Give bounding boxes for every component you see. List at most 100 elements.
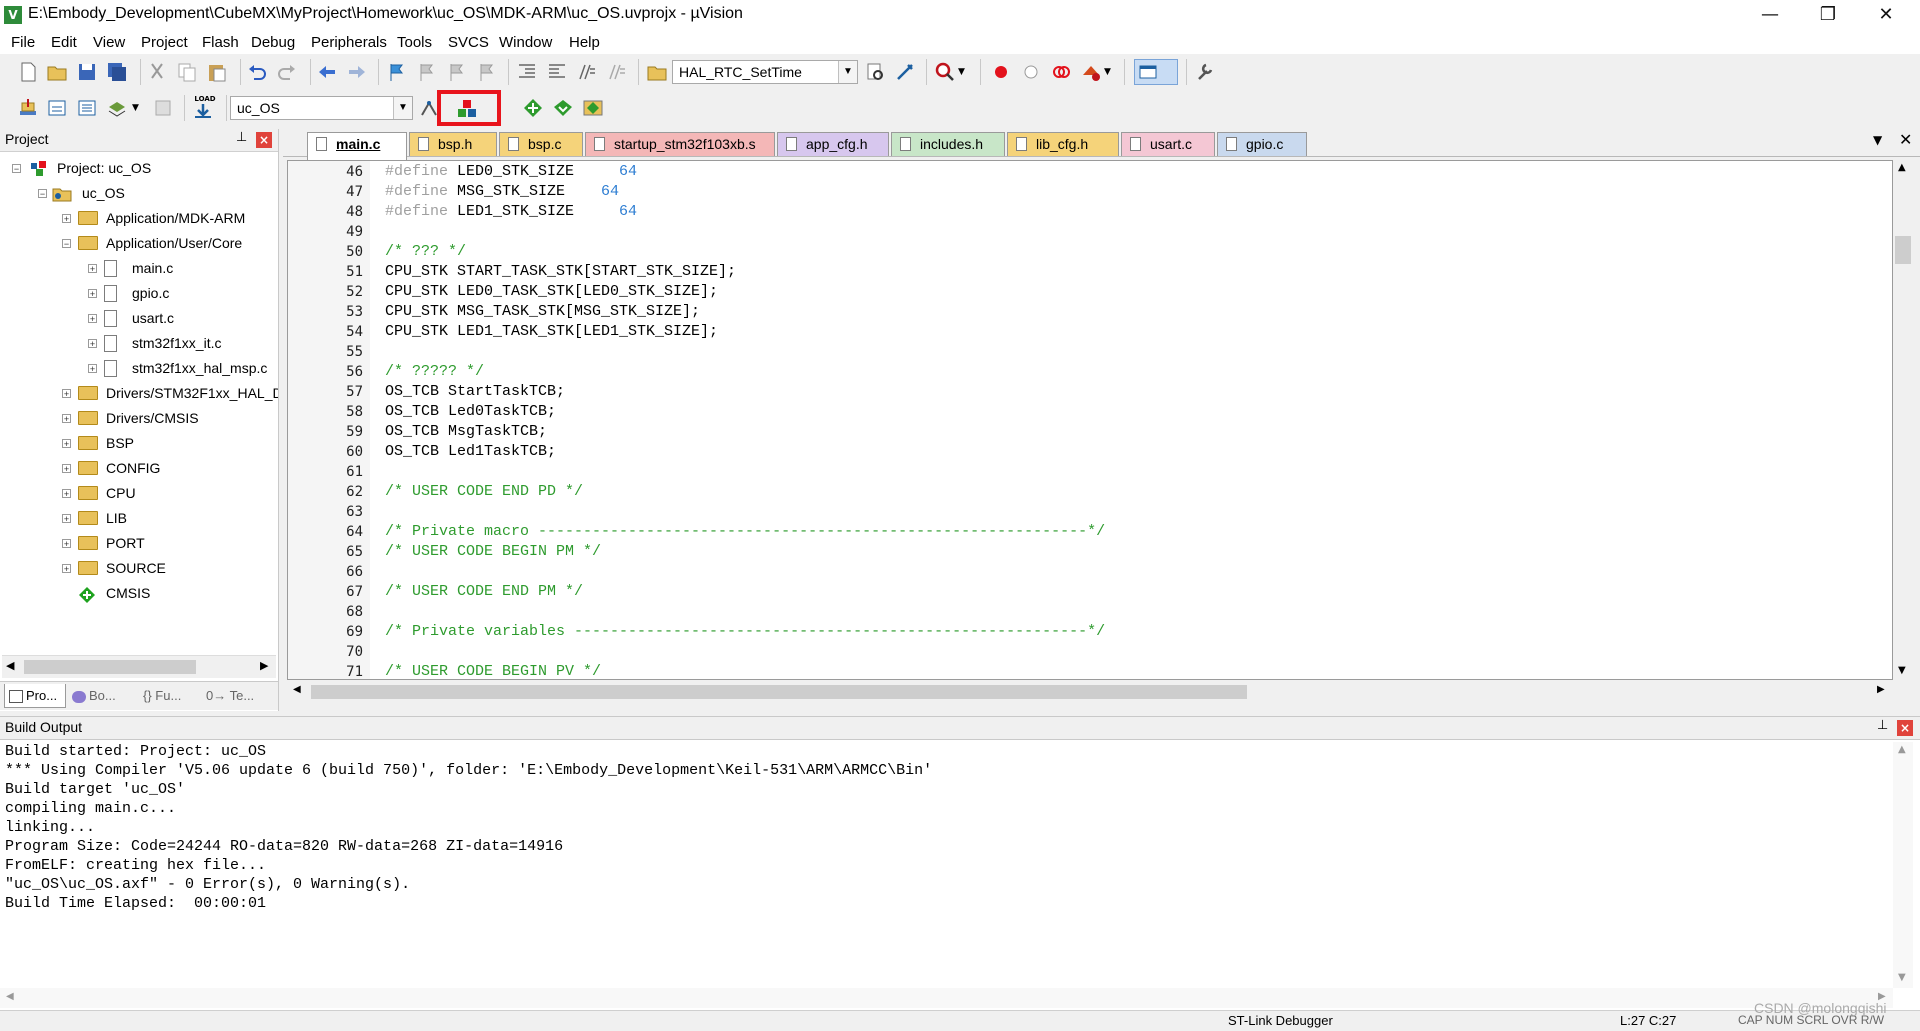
editor-hscrollbar[interactable]: ◀ ▶: [287, 681, 1893, 703]
chevron-down-icon[interactable]: ▼: [958, 61, 968, 83]
scroll-down-icon[interactable]: ▼: [1898, 665, 1906, 676]
code-line[interactable]: /* USER CODE END PM */: [385, 582, 583, 602]
pack-installer-icon[interactable]: [552, 97, 574, 119]
code-line[interactable]: #define LED1_STK_SIZE 64: [385, 202, 637, 222]
editor-tab[interactable]: lib_cfg.h: [1007, 132, 1119, 156]
indent-icon[interactable]: [516, 61, 538, 83]
scroll-left-icon[interactable]: ◀: [293, 684, 301, 695]
bookmark-icon[interactable]: [386, 61, 408, 83]
expand-icon[interactable]: +: [62, 389, 71, 399]
nav-back-icon[interactable]: [316, 61, 338, 83]
prev-bookmark-icon[interactable]: [416, 61, 438, 83]
code-line[interactable]: #define LED0_STK_SIZE 64: [385, 162, 637, 182]
source-browser-icon[interactable]: [894, 61, 916, 83]
tab-books[interactable]: Bo...: [72, 684, 116, 708]
code-line[interactable]: CPU_STK LED0_TASK_STK[LED0_STK_SIZE];: [385, 282, 718, 302]
expand-icon[interactable]: +: [62, 439, 71, 449]
expand-icon[interactable]: +: [88, 314, 97, 324]
code-line[interactable]: /* Private macro -----------------------…: [385, 522, 1105, 542]
function-combo[interactable]: HAL_RTC_SetTime ▼: [672, 60, 858, 84]
close-tab-icon[interactable]: ✕: [1899, 130, 1912, 149]
select-software-packs-icon[interactable]: [522, 97, 544, 119]
tab-project[interactable]: Pro...: [4, 684, 66, 708]
menu-window[interactable]: Window: [499, 34, 552, 51]
editor-vscrollbar[interactable]: ▲ ▼: [1893, 160, 1913, 680]
output-hscrollbar[interactable]: ◀ ▶: [0, 988, 1893, 1008]
project-hscrollbar[interactable]: ◀ ▶: [2, 655, 276, 678]
tab-templates[interactable]: 0→ Te...: [206, 684, 254, 708]
scroll-up-icon[interactable]: ▲: [1898, 162, 1906, 173]
expand-icon[interactable]: +: [62, 514, 71, 524]
tab-functions[interactable]: {} Fu...: [143, 684, 181, 708]
menu-svcs[interactable]: SVCS: [448, 34, 489, 51]
window-layout-icon[interactable]: [1134, 59, 1178, 85]
expand-icon[interactable]: +: [88, 339, 97, 349]
kill-breakpoints-icon[interactable]: [1050, 61, 1072, 83]
scroll-left-icon[interactable]: ◀: [6, 659, 14, 672]
editor-tab[interactable]: gpio.c: [1217, 132, 1307, 156]
editor-tab[interactable]: main.c: [307, 132, 407, 160]
collapse-icon[interactable]: −: [62, 239, 71, 249]
code-line[interactable]: OS_TCB StartTaskTCB;: [385, 382, 565, 402]
expand-icon[interactable]: +: [62, 464, 71, 474]
incremental-find-icon[interactable]: [864, 61, 886, 83]
unindent-icon[interactable]: [546, 61, 568, 83]
clear-bookmarks-icon[interactable]: [476, 61, 498, 83]
code-line[interactable]: CPU_STK MSG_TASK_STK[MSG_STK_SIZE];: [385, 302, 700, 322]
reset-view-icon[interactable]: [1080, 61, 1102, 83]
uncomment-icon[interactable]: [606, 61, 628, 83]
pin-icon[interactable]: ⊥: [1877, 718, 1888, 733]
chevron-down-icon[interactable]: ▼: [838, 61, 857, 83]
expand-icon[interactable]: +: [62, 564, 71, 574]
output-vscrollbar[interactable]: ▲ ▼: [1893, 742, 1913, 988]
code-line[interactable]: CPU_STK START_TASK_STK[START_STK_SIZE];: [385, 262, 736, 282]
scroll-down-icon[interactable]: ▼: [1898, 972, 1906, 983]
code-line[interactable]: /* USER CODE BEGIN PM */: [385, 542, 601, 562]
code-line[interactable]: OS_TCB MsgTaskTCB;: [385, 422, 547, 442]
scroll-thumb[interactable]: [24, 660, 196, 674]
code-line[interactable]: /* ??? */: [385, 242, 466, 262]
expand-icon[interactable]: +: [88, 289, 97, 299]
menu-help[interactable]: Help: [569, 34, 600, 51]
tab-list-icon[interactable]: ▼: [1873, 133, 1882, 147]
expand-icon[interactable]: +: [62, 539, 71, 549]
code-line[interactable]: #define MSG_STK_SIZE 64: [385, 182, 619, 202]
close-button[interactable]: ✕: [1857, 0, 1915, 30]
comment-icon[interactable]: [576, 61, 598, 83]
code-line[interactable]: /* USER CODE BEGIN PV */: [385, 662, 601, 682]
code-line[interactable]: /* ????? */: [385, 362, 484, 382]
scroll-thumb[interactable]: [1895, 236, 1911, 264]
scroll-thumb[interactable]: [311, 685, 1247, 699]
editor-tab[interactable]: bsp.c: [499, 132, 583, 156]
next-bookmark-icon[interactable]: [446, 61, 468, 83]
scroll-left-icon[interactable]: ◀: [6, 991, 14, 1002]
debug-session-icon[interactable]: [934, 61, 956, 83]
editor-tab[interactable]: app_cfg.h: [777, 132, 889, 156]
editor-tab[interactable]: includes.h: [891, 132, 1005, 156]
editor-tab[interactable]: startup_stm32f103xb.s: [585, 132, 775, 156]
code-line[interactable]: /* USER CODE END PD */: [385, 482, 583, 502]
manage-run-time-environment-icon[interactable]: [582, 97, 604, 119]
redo-icon[interactable]: [276, 61, 298, 83]
find-in-files-icon[interactable]: [646, 61, 668, 83]
expand-icon[interactable]: +: [62, 489, 71, 499]
chevron-down-icon[interactable]: ▼: [1104, 61, 1114, 83]
expand-icon[interactable]: +: [88, 264, 97, 274]
restore-button[interactable]: ❐: [1799, 0, 1857, 30]
breakpoint-icon[interactable]: [990, 61, 1012, 83]
editor-tab[interactable]: usart.c: [1121, 132, 1215, 156]
scroll-right-icon[interactable]: ▶: [1877, 684, 1885, 695]
chevron-down-icon[interactable]: ▼: [393, 97, 412, 119]
code-line[interactable]: CPU_STK LED1_TASK_STK[LED1_STK_SIZE];: [385, 322, 718, 342]
expand-icon[interactable]: +: [62, 414, 71, 424]
expand-icon[interactable]: +: [62, 214, 71, 224]
minimize-button[interactable]: —: [1741, 0, 1799, 30]
expand-icon[interactable]: +: [88, 364, 97, 374]
scroll-up-icon[interactable]: ▲: [1898, 744, 1906, 755]
menu-tools[interactable]: Tools: [397, 34, 432, 51]
close-icon[interactable]: ×: [1897, 720, 1913, 736]
configure-icon[interactable]: [1194, 61, 1216, 83]
disable-breakpoint-icon[interactable]: [1020, 61, 1042, 83]
code-line[interactable]: OS_TCB Led0TaskTCB;: [385, 402, 556, 422]
editor-tab[interactable]: bsp.h: [409, 132, 497, 156]
